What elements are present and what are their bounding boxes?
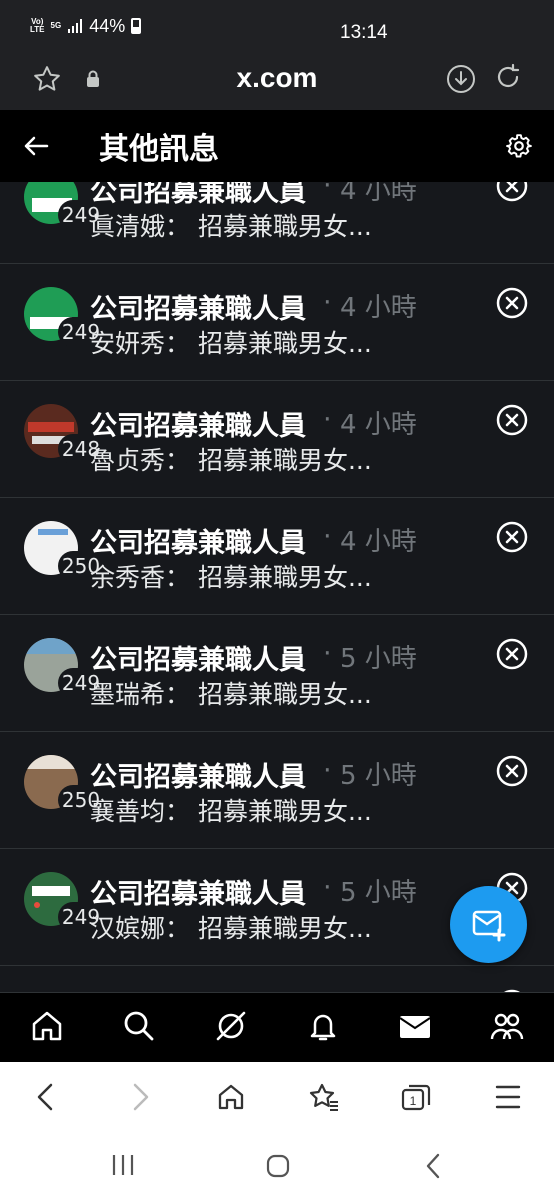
- signal-icon: [68, 19, 83, 33]
- battery-percent: 44%: [89, 15, 126, 36]
- close-circle-icon[interactable]: [496, 404, 528, 436]
- message-preview: 眞清娥： 招募兼職男女...: [90, 212, 372, 241]
- conversation-name: 公司招募兼職人員: [90, 182, 306, 208]
- close-circle-icon[interactable]: [496, 638, 528, 670]
- message-time: 4 小時: [340, 293, 417, 323]
- message-row[interactable]: 249 公司招募兼職人員 · 4 小時 眞清娥： 招募兼職男女...: [0, 182, 554, 264]
- tabs-icon[interactable]: 1: [400, 1082, 432, 1112]
- conversation-name: 公司招募兼職人員: [90, 879, 306, 910]
- message-row[interactable]: [0, 967, 554, 992]
- conversation-name: 公司招募兼職人員: [90, 294, 306, 325]
- message-time: 5 小時: [340, 644, 417, 674]
- close-circle-icon[interactable]: [496, 182, 528, 202]
- message-preview: 汉嫔娜： 招募兼職男女...: [90, 914, 372, 943]
- conversation-name: 公司招募兼職人員: [90, 528, 306, 559]
- conversation-name: 公司招募兼職人員: [90, 645, 306, 676]
- search-icon[interactable]: [122, 1009, 156, 1043]
- back-arrow-icon[interactable]: [22, 132, 50, 160]
- separator-dot: ·: [323, 521, 332, 552]
- svg-text:1: 1: [410, 1094, 417, 1108]
- settings-gear-icon[interactable]: [506, 133, 532, 159]
- page-title: 其他訊息: [99, 132, 219, 167]
- reload-icon[interactable]: [493, 62, 523, 92]
- menu-icon[interactable]: [494, 1082, 522, 1112]
- separator-dot: ·: [323, 755, 332, 786]
- lock-icon[interactable]: [86, 70, 100, 88]
- bookmark-star-icon[interactable]: [32, 64, 62, 94]
- browser-toolbar: 1: [0, 1062, 554, 1132]
- message-row[interactable]: 250 公司招募兼職人員 · 4 小時 余秀香： 招募兼職男女...: [0, 499, 554, 615]
- grok-icon[interactable]: [214, 1009, 248, 1043]
- browser-home-icon[interactable]: [216, 1082, 246, 1112]
- message-row[interactable]: 249 公司招募兼職人員 · 4 小時 安妍秀： 招募兼職男女...: [0, 265, 554, 381]
- system-home-icon[interactable]: [264, 1152, 292, 1180]
- close-circle-icon[interactable]: [496, 755, 528, 787]
- message-time: 4 小時: [340, 410, 417, 440]
- status-time: 13:14: [340, 22, 388, 43]
- communities-icon[interactable]: [490, 1009, 524, 1043]
- system-navigation: [0, 1132, 554, 1200]
- page-header: 其他訊息: [0, 110, 554, 182]
- message-preview: 襄善均： 招募兼職男女...: [90, 797, 372, 826]
- status-icons: Vo) LTE 5G 44%: [30, 15, 142, 37]
- separator-dot: ·: [323, 638, 332, 669]
- conversation-name: 公司招募兼職人員: [90, 762, 306, 793]
- separator-dot: ·: [323, 182, 332, 201]
- bottom-navigation: [0, 992, 554, 1062]
- browser-url-bar: x.com: [0, 52, 554, 110]
- network-5g-icon: 5G: [50, 21, 62, 30]
- message-row[interactable]: 250 公司招募兼職人員 · 5 小時 襄善均： 招募兼職男女...: [0, 733, 554, 849]
- separator-dot: ·: [323, 404, 332, 435]
- message-preview: 余秀香： 招募兼職男女...: [90, 563, 372, 592]
- compose-mail-icon: [472, 910, 506, 942]
- message-time: 4 小時: [340, 527, 417, 557]
- notifications-bell-icon[interactable]: [306, 1009, 340, 1043]
- new-message-button[interactable]: [450, 886, 527, 963]
- messages-mail-icon[interactable]: [398, 1009, 432, 1043]
- message-row[interactable]: 248 公司招募兼職人員 · 4 小時 魯贞秀： 招募兼職男女...: [0, 382, 554, 498]
- volte-icon: Vo) LTE: [30, 17, 45, 34]
- message-time: 5 小時: [340, 761, 417, 791]
- system-back-icon[interactable]: [422, 1152, 446, 1180]
- bookmarks-icon[interactable]: [308, 1082, 340, 1112]
- message-preview: 墨瑞希： 招募兼職男女...: [90, 680, 372, 709]
- recent-apps-icon[interactable]: [110, 1152, 136, 1178]
- close-circle-icon[interactable]: [496, 287, 528, 319]
- conversation-name: 公司招募兼職人員: [90, 411, 306, 442]
- home-icon[interactable]: [30, 1009, 64, 1043]
- message-list: 249 公司招募兼職人員 · 4 小時 眞清娥： 招募兼職男女... 249 公…: [0, 182, 554, 992]
- download-icon[interactable]: [446, 64, 476, 94]
- message-time: 4 小時: [340, 182, 417, 206]
- battery-icon: [131, 18, 142, 34]
- message-preview: 魯贞秀： 招募兼職男女...: [90, 446, 372, 475]
- separator-dot: ·: [323, 287, 332, 318]
- close-circle-icon[interactable]: [496, 521, 528, 553]
- status-bar: 13:14 Vo) LTE 5G 44%: [0, 0, 554, 52]
- message-time: 5 小時: [340, 878, 417, 908]
- message-row[interactable]: 249 公司招募兼職人員 · 5 小時 墨瑞希： 招募兼職男女...: [0, 616, 554, 732]
- browser-forward-icon[interactable]: [128, 1082, 152, 1112]
- separator-dot: ·: [323, 872, 332, 903]
- message-preview: 安妍秀： 招募兼職男女...: [90, 329, 372, 358]
- browser-back-icon[interactable]: [34, 1082, 58, 1112]
